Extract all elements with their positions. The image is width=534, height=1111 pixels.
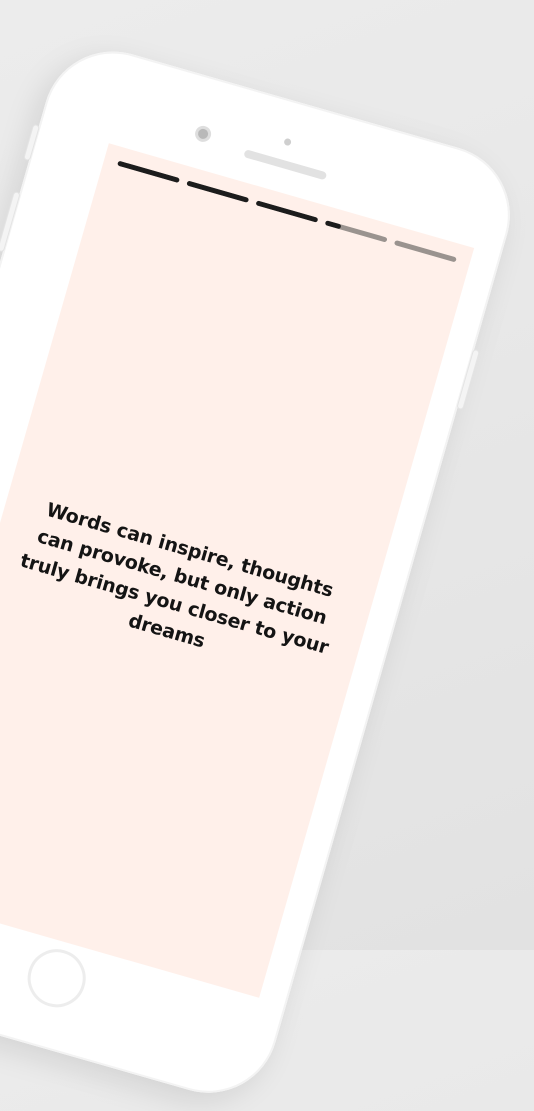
progress-segment (324, 220, 388, 243)
volume-up-button (0, 192, 20, 252)
progress-segment (393, 239, 457, 263)
power-button (457, 349, 479, 409)
proximity-sensor (283, 137, 292, 147)
progress-segment (255, 200, 319, 223)
progress-segment-fill (186, 180, 250, 203)
story-progress-bar (117, 160, 457, 264)
front-camera (196, 127, 210, 141)
home-button[interactable] (20, 942, 93, 1015)
progress-segment-fill (324, 220, 342, 230)
phone-frame: Words can inspire, thoughts can provoke,… (0, 35, 527, 1110)
progress-segment-fill (393, 239, 396, 245)
progress-segment (186, 180, 250, 203)
progress-segment-fill (255, 200, 319, 223)
progress-segment (117, 160, 180, 184)
quote-text: Words can inspire, thoughts can provoke,… (17, 498, 336, 659)
earpiece-speaker (243, 149, 328, 181)
mute-switch (24, 124, 39, 160)
story-screen[interactable]: Words can inspire, thoughts can provoke,… (0, 143, 475, 998)
progress-segment-fill (117, 160, 180, 184)
